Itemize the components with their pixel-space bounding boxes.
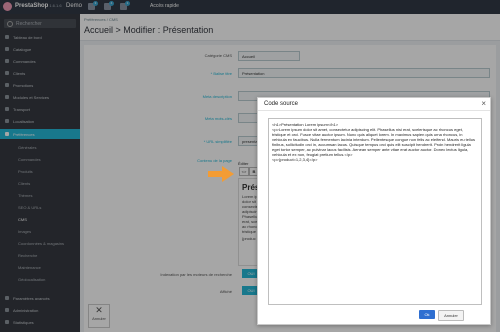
ok-button[interactable]: Ok (419, 310, 435, 319)
dialog-title: Code source (264, 101, 299, 107)
dialog-cancel-button[interactable]: Annuler (438, 310, 464, 321)
source-code-textarea[interactable]: <h1>Présentation Lorem ipsum</h1> <p>Lor… (268, 118, 482, 305)
source-code-dialog: Code source × <h1>Présentation Lorem ips… (257, 97, 491, 325)
dialog-divider (258, 110, 490, 111)
arrow-right-annotation (208, 166, 234, 182)
dialog-close-icon[interactable]: × (481, 99, 486, 108)
source-code-text: <h1>Présentation Lorem ipsum</h1> <p>Lor… (272, 122, 476, 162)
